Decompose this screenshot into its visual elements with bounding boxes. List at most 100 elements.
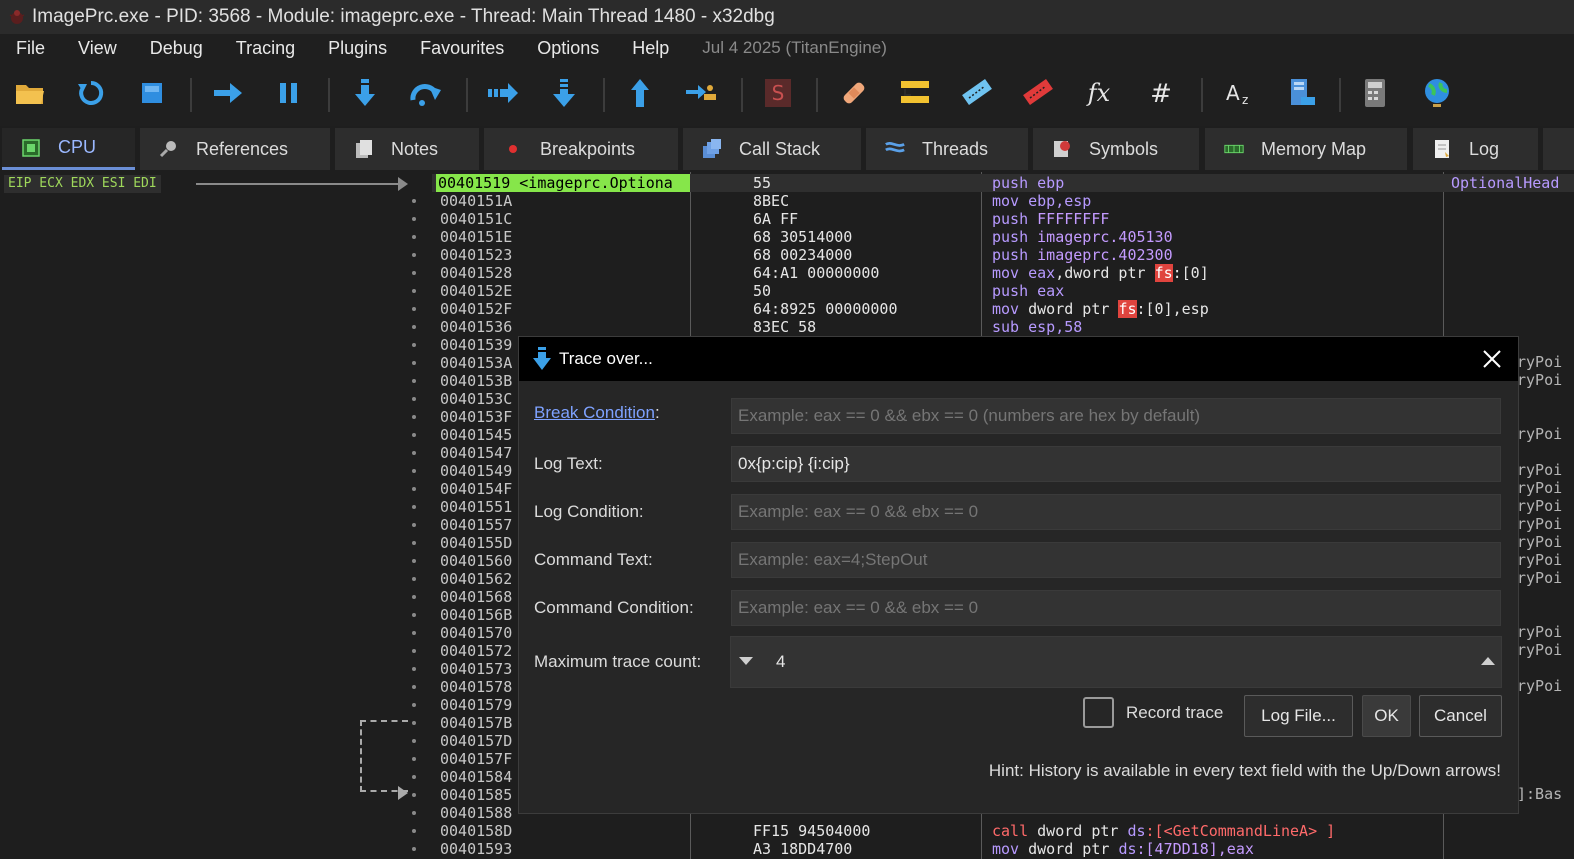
open-icon[interactable]	[11, 74, 49, 112]
disasm-row[interactable]: 0040151C 6A FF push FFFFFFFF	[432, 210, 1574, 228]
menu-plugins[interactable]: Plugins	[312, 38, 404, 59]
address: 00401562	[440, 570, 513, 588]
tab-memory-map[interactable]: Memory Map	[1205, 128, 1407, 170]
gutter-dot	[412, 271, 416, 275]
restart-icon[interactable]	[72, 74, 110, 112]
gutter-dot	[412, 685, 416, 689]
disasm-row[interactable]: 0040152F 64:8925 00000000 mov dword ptr …	[432, 300, 1574, 318]
calculator-icon[interactable]	[1356, 74, 1394, 112]
comment-fragment: ryPoi	[1517, 353, 1563, 371]
comment-fragment: ryPoi	[1517, 677, 1563, 695]
comment-fragment: ryPoi	[1517, 425, 1563, 443]
disasm-row[interactable]: 00401523 68 00234000 push imageprc.40230…	[432, 246, 1574, 264]
gutter-dot	[412, 739, 416, 743]
log-file-button[interactable]: Log File...	[1244, 695, 1353, 737]
disasm-row[interactable]: 0040151A 8BEC mov ebp,esp	[432, 192, 1574, 210]
gutter-dot	[412, 703, 416, 707]
patch-icon[interactable]	[835, 74, 873, 112]
tab-breakpoints[interactable]: Breakpoints	[484, 128, 678, 170]
break-condition-input[interactable]	[731, 398, 1501, 434]
record-trace-checkbox[interactable]	[1083, 697, 1114, 728]
disasm-row[interactable]: 00401528 64:A1 00000000 mov eax,dword pt…	[432, 264, 1574, 282]
comment-icon[interactable]	[896, 74, 934, 112]
menu-options[interactable]: Options	[521, 38, 616, 59]
max-trace-count-spinbox[interactable]: 4	[730, 636, 1502, 688]
tab-label: Breakpoints	[540, 138, 636, 159]
menu-favourites[interactable]: Favourites	[404, 38, 521, 59]
command-condition-input[interactable]	[731, 590, 1501, 626]
menu-help[interactable]: Help	[616, 38, 686, 59]
gutter-dot	[412, 415, 416, 419]
bookmark-icon[interactable]	[1019, 74, 1057, 112]
gutter-dot	[412, 847, 416, 851]
instruction: push imageprc.402300	[992, 246, 1173, 264]
run-icon[interactable]	[209, 74, 247, 112]
cancel-button[interactable]: Cancel	[1419, 695, 1502, 737]
tab-notes[interactable]: Notes	[335, 128, 479, 170]
disasm-row-current[interactable]: 00401519 <imageprc.Optiona 55 push ebp O…	[432, 174, 1574, 192]
break-condition-link[interactable]: Break Condition	[534, 403, 655, 422]
command-text-input[interactable]	[731, 542, 1501, 578]
address: 0040152E	[440, 282, 513, 300]
disasm-row[interactable]: 00401536 83EC 58 sub esp,58	[432, 318, 1574, 336]
comment-fragment: ryPoi	[1517, 623, 1563, 641]
step-over-icon[interactable]	[407, 74, 445, 112]
toolbar-separator	[466, 78, 468, 112]
address: 00401551	[440, 498, 513, 516]
font-icon[interactable]: Az	[1220, 74, 1258, 112]
disasm-row[interactable]: 0040152E 50 push eax	[432, 282, 1574, 300]
menu-file[interactable]: File	[0, 38, 62, 59]
execute-till-return-icon[interactable]	[621, 74, 659, 112]
log-text-input[interactable]	[731, 446, 1501, 482]
stop-icon[interactable]	[133, 74, 171, 112]
title-bar: ImagePrc.exe - PID: 3568 - Module: image…	[0, 0, 1574, 34]
close-icon[interactable]	[1480, 347, 1504, 371]
ram-icon[interactable]	[1283, 74, 1321, 112]
tab-threads[interactable]: Threads	[866, 128, 1028, 170]
disasm-row[interactable]: 00401593 A3 18DD4700 mov dword ptr ds:[4…	[432, 840, 1574, 858]
trace-into-icon[interactable]	[484, 74, 522, 112]
threads-icon	[884, 138, 906, 160]
menu-debug[interactable]: Debug	[134, 38, 220, 59]
disasm-row[interactable]: 0040151E 68 30514000 push imageprc.40513…	[432, 228, 1574, 246]
tab-references[interactable]: References	[140, 128, 330, 170]
disasm-row[interactable]: 0040158D FF15 94504000 call dword ptr ds…	[432, 822, 1574, 840]
tab-bar: CPU References Notes Breakpoints Call St…	[0, 126, 1574, 172]
tab-overflow[interactable]	[1543, 128, 1574, 170]
spin-up-icon[interactable]	[1481, 657, 1495, 665]
tab-log[interactable]: Log	[1413, 128, 1538, 170]
bytes: 8BEC	[753, 192, 790, 210]
globe-icon[interactable]	[1418, 74, 1456, 112]
memory-map-icon	[1223, 138, 1245, 160]
gutter-dot	[412, 757, 416, 761]
toolbar-separator	[1201, 78, 1203, 112]
tab-symbols[interactable]: Symbols	[1033, 128, 1199, 170]
bytes: 55	[753, 174, 772, 192]
pause-icon[interactable]	[270, 74, 308, 112]
menu-tracing[interactable]: Tracing	[220, 38, 312, 59]
tab-call-stack[interactable]: Call Stack	[683, 128, 861, 170]
log-condition-input[interactable]	[731, 494, 1501, 530]
address: 00401560	[440, 552, 513, 570]
step-into-icon[interactable]	[346, 74, 384, 112]
hash-icon[interactable]: #	[1142, 74, 1180, 112]
bytes: 83EC 58	[753, 318, 817, 336]
run-to-user-code-icon[interactable]	[682, 74, 720, 112]
function-icon[interactable]: fx	[1080, 74, 1118, 112]
menu-view[interactable]: View	[62, 38, 134, 59]
trace-over-icon[interactable]	[545, 74, 583, 112]
address: 00401557	[440, 516, 513, 534]
scylla-icon[interactable]: S	[759, 74, 797, 112]
address: 00401519 <imageprc.Optiona	[436, 174, 690, 192]
spin-down-icon[interactable]	[739, 657, 753, 665]
address: 0040151E	[440, 228, 513, 246]
comment-fragment: ryPoi	[1517, 371, 1563, 389]
toolbar-separator	[328, 78, 330, 112]
address: 00401573	[440, 660, 513, 678]
tab-cpu[interactable]: CPU	[2, 128, 135, 170]
ok-button[interactable]: OK	[1362, 695, 1411, 737]
address: 0040154F	[440, 480, 513, 498]
address: 00401523	[440, 246, 513, 264]
label-icon[interactable]	[958, 74, 996, 112]
tab-label: Notes	[391, 138, 439, 159]
